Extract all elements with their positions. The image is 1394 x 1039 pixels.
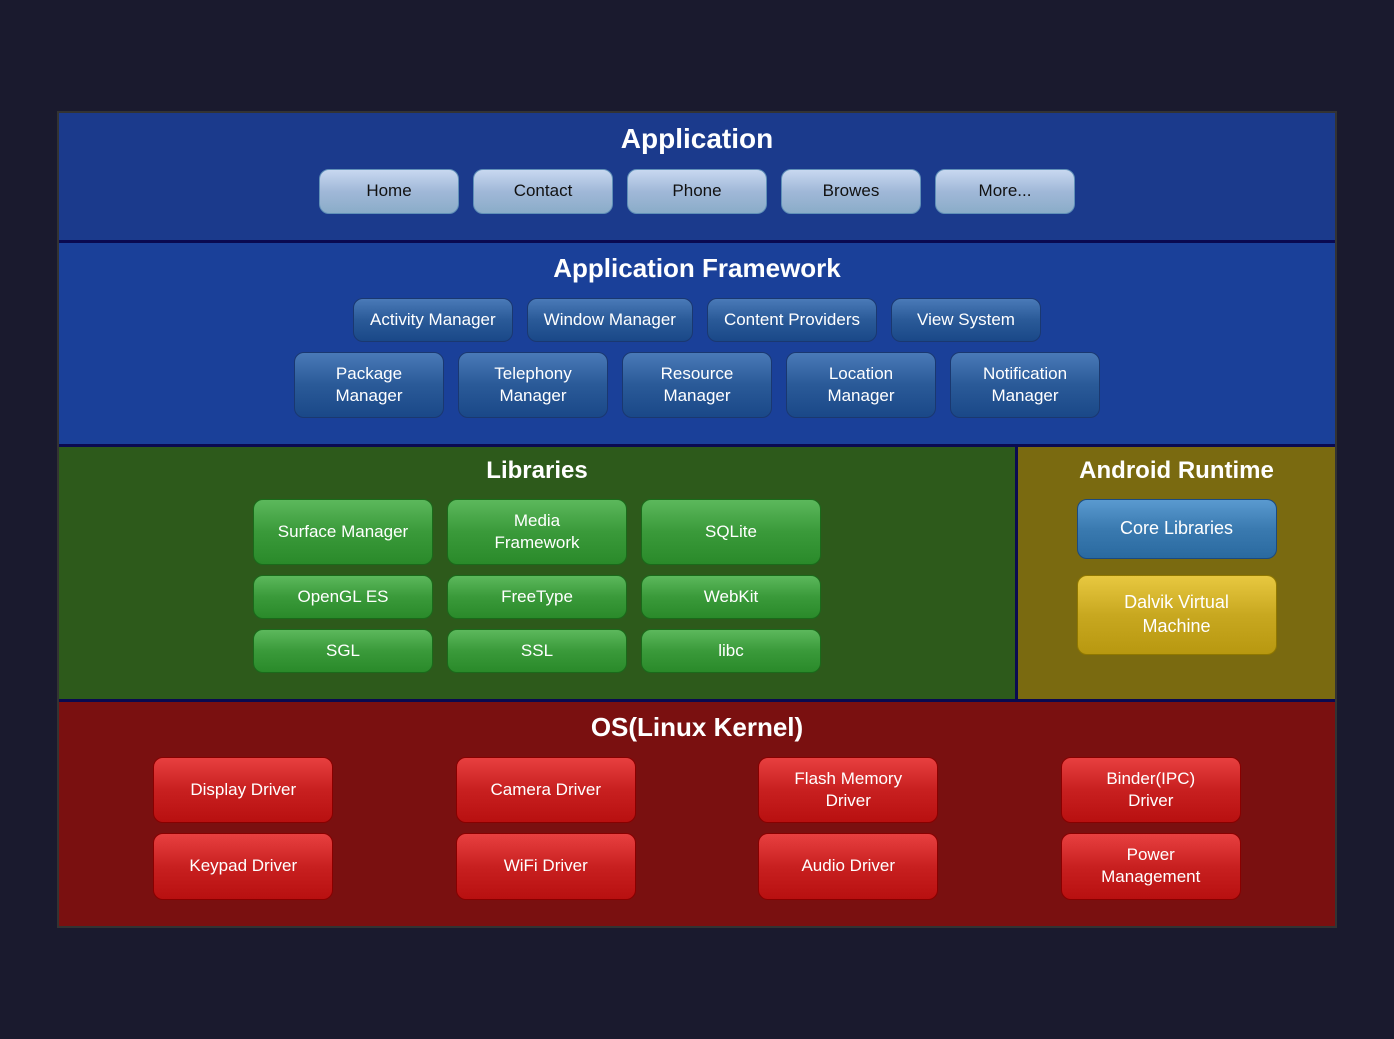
btn-notification-manager[interactable]: Notification Manager bbox=[950, 352, 1100, 418]
android-runtime-title: Android Runtime bbox=[1034, 457, 1319, 485]
os-row2: Keypad Driver WiFi Driver Audio Driver P… bbox=[79, 833, 1315, 899]
btn-power-management[interactable]: Power Management bbox=[1061, 833, 1241, 899]
btn-libc[interactable]: libc bbox=[641, 629, 821, 673]
btn-package-manager[interactable]: Package Manager bbox=[294, 352, 444, 418]
btn-content-providers[interactable]: Content Providers bbox=[707, 298, 877, 342]
libraries-row2: OpenGL ES FreeType WebKit bbox=[79, 575, 995, 619]
btn-surface-manager[interactable]: Surface Manager bbox=[253, 499, 433, 565]
framework-section: Application Framework Activity Manager W… bbox=[59, 243, 1335, 447]
android-runtime-section: Android Runtime Core Libraries Dalvik Vi… bbox=[1015, 447, 1335, 699]
btn-core-libraries[interactable]: Core Libraries bbox=[1077, 499, 1277, 559]
runtime-buttons: Core Libraries Dalvik Virtual Machine bbox=[1034, 499, 1319, 655]
btn-view-system[interactable]: View System bbox=[891, 298, 1041, 342]
os-title: OS(Linux Kernel) bbox=[79, 712, 1315, 743]
libraries-section: Libraries Surface Manager Media Framewor… bbox=[59, 447, 1015, 699]
btn-activity-manager[interactable]: Activity Manager bbox=[353, 298, 513, 342]
btn-more[interactable]: More... bbox=[935, 169, 1075, 213]
framework-row2: Package Manager Telephony Manager Resour… bbox=[79, 352, 1315, 418]
os-section: OS(Linux Kernel) Display Driver Camera D… bbox=[59, 702, 1335, 925]
btn-sgl[interactable]: SGL bbox=[253, 629, 433, 673]
application-buttons-row: Home Contact Phone Browes More... bbox=[79, 169, 1315, 213]
btn-audio-driver[interactable]: Audio Driver bbox=[758, 833, 938, 899]
btn-sqlite[interactable]: SQLite bbox=[641, 499, 821, 565]
btn-media-framework[interactable]: Media Framework bbox=[447, 499, 627, 565]
btn-window-manager[interactable]: Window Manager bbox=[527, 298, 693, 342]
architecture-diagram: Application Home Contact Phone Browes Mo… bbox=[57, 111, 1337, 927]
framework-row1: Activity Manager Window Manager Content … bbox=[79, 298, 1315, 342]
btn-telephony-manager[interactable]: Telephony Manager bbox=[458, 352, 608, 418]
btn-wifi-driver[interactable]: WiFi Driver bbox=[456, 833, 636, 899]
libraries-title: Libraries bbox=[79, 457, 995, 485]
btn-location-manager[interactable]: Location Manager bbox=[786, 352, 936, 418]
btn-contact[interactable]: Contact bbox=[473, 169, 613, 213]
btn-binder-driver[interactable]: Binder(IPC) Driver bbox=[1061, 757, 1241, 823]
middle-row: Libraries Surface Manager Media Framewor… bbox=[59, 447, 1335, 702]
btn-opengl-es[interactable]: OpenGL ES bbox=[253, 575, 433, 619]
application-title: Application bbox=[79, 123, 1315, 155]
btn-camera-driver[interactable]: Camera Driver bbox=[456, 757, 636, 823]
btn-keypad-driver[interactable]: Keypad Driver bbox=[153, 833, 333, 899]
btn-resource-manager[interactable]: Resource Manager bbox=[622, 352, 772, 418]
libraries-row1: Surface Manager Media Framework SQLite bbox=[79, 499, 995, 565]
btn-flash-memory-driver[interactable]: Flash Memory Driver bbox=[758, 757, 938, 823]
btn-dalvik-vm[interactable]: Dalvik Virtual Machine bbox=[1077, 575, 1277, 655]
application-section: Application Home Contact Phone Browes Mo… bbox=[59, 113, 1335, 242]
btn-phone[interactable]: Phone bbox=[627, 169, 767, 213]
btn-browes[interactable]: Browes bbox=[781, 169, 921, 213]
btn-freetype[interactable]: FreeType bbox=[447, 575, 627, 619]
libraries-row3: SGL SSL libc bbox=[79, 629, 995, 673]
btn-ssl[interactable]: SSL bbox=[447, 629, 627, 673]
btn-webkit[interactable]: WebKit bbox=[641, 575, 821, 619]
btn-display-driver[interactable]: Display Driver bbox=[153, 757, 333, 823]
btn-home[interactable]: Home bbox=[319, 169, 459, 213]
framework-title: Application Framework bbox=[79, 253, 1315, 284]
os-row1: Display Driver Camera Driver Flash Memor… bbox=[79, 757, 1315, 823]
